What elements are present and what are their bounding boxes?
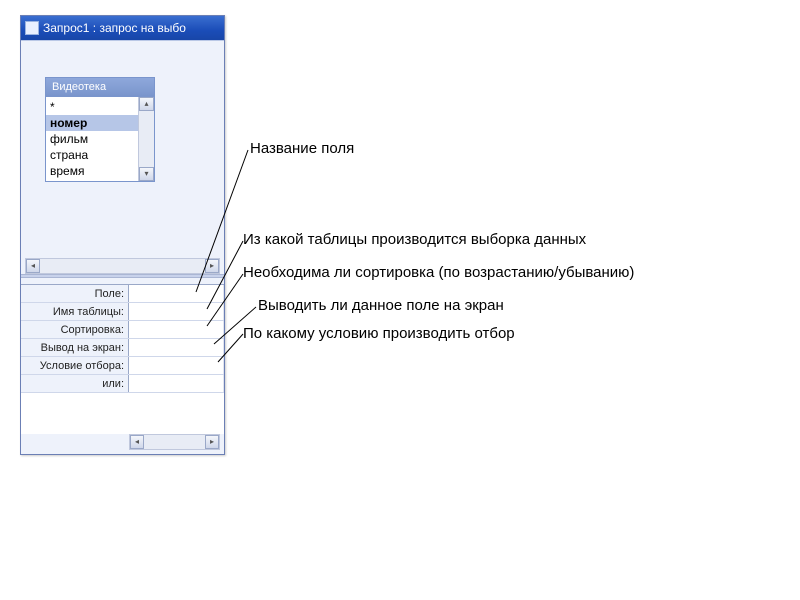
grid-cell[interactable] [129,375,224,392]
annotation-show-field: Выводить ли данное поле на экран [258,297,504,314]
grid-label-criteria: Условие отбора: [21,357,129,374]
scroll-track[interactable] [144,435,205,449]
annotation-sort-needed: Необходима ли сортировка (по возрастанию… [243,264,634,281]
grid-label-sort: Сортировка: [21,321,129,338]
table-field-list[interactable]: Видеотека * номер фильм страна время ▴ ▾ [45,77,155,182]
grid-cell[interactable] [129,339,224,356]
grid-row-table: Имя таблицы: [21,303,224,321]
scroll-left-icon[interactable]: ◂ [26,259,40,273]
scroll-left-icon[interactable]: ◂ [130,435,144,449]
grid-cell[interactable] [129,321,224,338]
window-titlebar[interactable]: Запрос1 : запрос на выбо [21,16,224,40]
grid-hscroll[interactable]: ◂ ▸ [129,434,220,450]
upper-pane-hscroll[interactable]: ◂ ▸ [25,258,220,274]
grid-cell[interactable] [129,357,224,374]
annotation-field-name: Название поля [250,140,354,157]
grid-label-table: Имя таблицы: [21,303,129,320]
scroll-right-icon[interactable]: ▸ [205,435,219,449]
app-icon [25,21,39,35]
grid-cell[interactable] [129,303,224,320]
designer-area: Видеотека * номер фильм страна время ▴ ▾… [21,40,224,454]
grid-row-criteria: Условие отбора: [21,357,224,375]
scroll-up-icon[interactable]: ▴ [139,97,154,111]
query-grid: Поле: Имя таблицы: Сортировка: Вывод на … [21,284,224,434]
query-designer-window: Запрос1 : запрос на выбо Видеотека * ном… [20,15,225,455]
grid-row-field: Поле: [21,285,224,303]
scroll-right-icon[interactable]: ▸ [205,259,219,273]
annotation-from-table: Из какой таблицы производится выборка да… [243,231,586,248]
grid-label-or: или: [21,375,129,392]
field-list[interactable]: * номер фильм страна время ▴ ▾ [45,97,155,182]
grid-row-sort: Сортировка: [21,321,224,339]
grid-row-or: или: [21,375,224,393]
pane-splitter[interactable] [21,274,224,278]
grid-row-show: Вывод на экран: [21,339,224,357]
grid-label-show: Вывод на экран: [21,339,129,356]
field-list-scrollbar[interactable]: ▴ ▾ [138,97,154,181]
window-title: Запрос1 : запрос на выбо [43,21,186,35]
grid-label-field: Поле: [21,285,129,302]
annotation-criteria: По какому условию производить отбор [243,325,515,342]
grid-cell[interactable] [129,285,224,302]
scroll-track[interactable] [40,259,205,273]
table-title: Видеотека [45,77,155,97]
scroll-down-icon[interactable]: ▾ [139,167,154,181]
